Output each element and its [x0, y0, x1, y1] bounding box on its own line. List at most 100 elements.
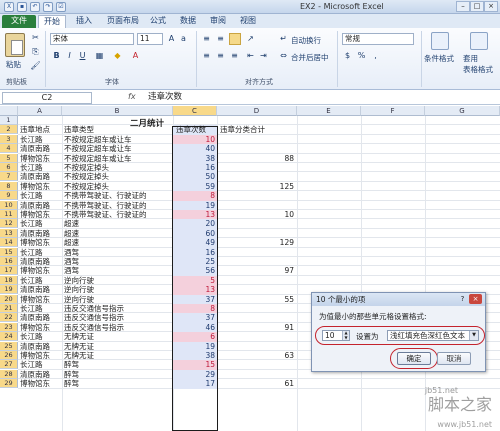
tab-formulas[interactable]: 公式 — [146, 15, 170, 28]
font-color-icon[interactable]: A — [130, 50, 141, 61]
cell-subtotal[interactable] — [217, 342, 294, 351]
save-icon[interactable]: ▪ — [17, 2, 27, 12]
cell-subtotal[interactable] — [217, 248, 294, 257]
cell-subtotal[interactable]: 125 — [217, 182, 294, 191]
cell-location[interactable]: 清原南路 — [18, 285, 50, 294]
cell-type[interactable]: 无牌无证 — [62, 342, 94, 351]
cell-location[interactable]: 博物馆东 — [18, 182, 50, 191]
column-header-e[interactable]: E — [297, 106, 361, 116]
cell-subtotal[interactable] — [217, 163, 294, 172]
format-painter-icon[interactable]: 🖌 — [30, 60, 41, 71]
wrap-text-icon[interactable]: ↵ — [278, 33, 289, 44]
align-top-icon[interactable]: ≡ — [201, 33, 212, 44]
cut-icon[interactable]: ✂ — [30, 32, 41, 43]
row-header[interactable]: 2 — [0, 125, 18, 135]
row-header[interactable]: 16 — [0, 257, 18, 266]
cell-location[interactable]: 博物馆东 — [18, 238, 50, 247]
cell-subtotal[interactable] — [217, 135, 294, 144]
conditional-format-button[interactable]: 条件格式 — [424, 53, 454, 64]
merge-center-icon[interactable]: ⇔ — [278, 50, 289, 61]
cell-subtotal[interactable]: 91 — [217, 323, 294, 332]
cell-location[interactable]: 清原南路 — [18, 201, 50, 210]
align-right-icon[interactable]: ≡ — [229, 50, 240, 61]
row-header[interactable]: 13 — [0, 228, 18, 238]
row-header[interactable]: 20 — [0, 294, 18, 304]
grow-font-icon[interactable]: A — [166, 33, 177, 44]
font-name-select[interactable]: 宋体 — [50, 33, 134, 45]
cell-type[interactable]: 醉驾 — [62, 379, 79, 388]
cell-subtotal[interactable] — [217, 144, 294, 153]
cell-location[interactable]: 长江路 — [18, 360, 43, 369]
cell-location[interactable]: 博物馆东 — [18, 379, 50, 388]
align-left-icon[interactable]: ≡ — [201, 50, 212, 61]
cell-type[interactable]: 违反交通信号指示 — [62, 304, 124, 313]
cell-location[interactable]: 博物馆东 — [18, 266, 50, 275]
cell-subtotal[interactable] — [217, 304, 294, 313]
row-header[interactable]: 3 — [0, 134, 18, 144]
help-icon[interactable]: ? — [458, 295, 467, 304]
wrap-text-button[interactable]: 自动换行 — [291, 35, 321, 46]
cell-type[interactable]: 逆向行驶 — [62, 285, 94, 294]
cell-location[interactable]: 清原南路 — [18, 229, 50, 238]
cell-subtotal[interactable]: 55 — [217, 295, 294, 304]
cell-location[interactable]: 博物馆东 — [18, 351, 50, 360]
table-format-icon[interactable] — [470, 32, 488, 50]
row-header[interactable]: 28 — [0, 369, 18, 379]
row-header[interactable]: 25 — [0, 341, 18, 351]
percent-icon[interactable]: % — [356, 50, 367, 61]
cell-type[interactable]: 不按规定掉头 — [62, 182, 109, 191]
align-bottom-icon[interactable] — [229, 33, 241, 45]
column-header-c[interactable]: C — [173, 106, 217, 116]
currency-icon[interactable]: $ — [342, 50, 353, 61]
cell-location[interactable]: 长江路 — [18, 191, 43, 200]
row-header[interactable]: 29 — [0, 379, 18, 389]
font-size-select[interactable]: 11 — [137, 33, 163, 45]
redo-icon[interactable]: ↷ — [43, 2, 53, 12]
cell-location[interactable]: 长江路 — [18, 219, 43, 228]
table-format-button[interactable]: 套用 表格格式 — [463, 53, 493, 75]
cell-subtotal[interactable]: 88 — [217, 154, 294, 163]
cell-subtotal[interactable] — [217, 201, 294, 210]
row-header[interactable]: 17 — [0, 266, 18, 276]
cell-subtotal[interactable]: 10 — [217, 210, 294, 219]
align-middle-icon[interactable]: ≡ — [215, 33, 226, 44]
maximize-icon[interactable]: □ — [470, 1, 484, 12]
spreadsheet-grid[interactable]: A B C D E F G 1 2 3 4 5 6 7 8 9 10 11 12 13 14 15 16 17 1… — [0, 106, 500, 431]
row-header[interactable]: 1 — [0, 116, 18, 125]
cell-location[interactable]: 长江路 — [18, 163, 43, 172]
cell-type[interactable]: 不按规定超车或让车 — [62, 144, 132, 153]
cell-type[interactable]: 酒驾 — [62, 248, 79, 257]
tab-view[interactable]: 视图 — [236, 15, 260, 28]
header-location[interactable]: 违章地点 — [18, 125, 50, 134]
cell-type[interactable]: 违反交通信号指示 — [62, 323, 124, 332]
column-header-g[interactable]: G — [425, 106, 500, 116]
cell-type[interactable]: 不按规定掉头 — [62, 163, 109, 172]
fx-icon[interactable]: fx — [128, 92, 136, 101]
number-format-select[interactable]: 常规 — [342, 33, 414, 45]
cell-location[interactable]: 清原南路 — [18, 144, 50, 153]
cancel-button[interactable]: 取消 — [437, 352, 471, 365]
cell-location[interactable]: 长江路 — [18, 248, 43, 257]
border-icon[interactable]: ▦ — [94, 50, 105, 61]
cell-type[interactable]: 醉驾 — [62, 360, 79, 369]
tab-data[interactable]: 数据 — [176, 15, 200, 28]
cell-location[interactable]: 清原南路 — [18, 370, 50, 379]
cell-type[interactable]: 酒驾 — [62, 266, 79, 275]
row-header[interactable]: 12 — [0, 219, 18, 229]
cell-location[interactable]: 长江路 — [18, 332, 43, 341]
cell-type[interactable]: 逆向行驶 — [62, 276, 94, 285]
cell-type[interactable]: 醉驾 — [62, 370, 79, 379]
cell-subtotal[interactable] — [217, 172, 294, 181]
column-header-d[interactable]: D — [217, 106, 297, 116]
row-header[interactable]: 5 — [0, 153, 18, 163]
row-header[interactable]: 8 — [0, 181, 18, 191]
cell-location[interactable]: 清原南路 — [18, 313, 50, 322]
row-header[interactable]: 14 — [0, 238, 18, 248]
cell-subtotal[interactable] — [217, 285, 294, 294]
tab-page-layout[interactable]: 页面布局 — [102, 15, 144, 28]
cell-type[interactable]: 不按规定掉头 — [62, 172, 109, 181]
tab-review[interactable]: 审阅 — [206, 15, 230, 28]
cell-type[interactable]: 超速 — [62, 229, 79, 238]
bold-button[interactable]: B — [51, 50, 62, 61]
row-header[interactable]: 7 — [0, 172, 18, 182]
